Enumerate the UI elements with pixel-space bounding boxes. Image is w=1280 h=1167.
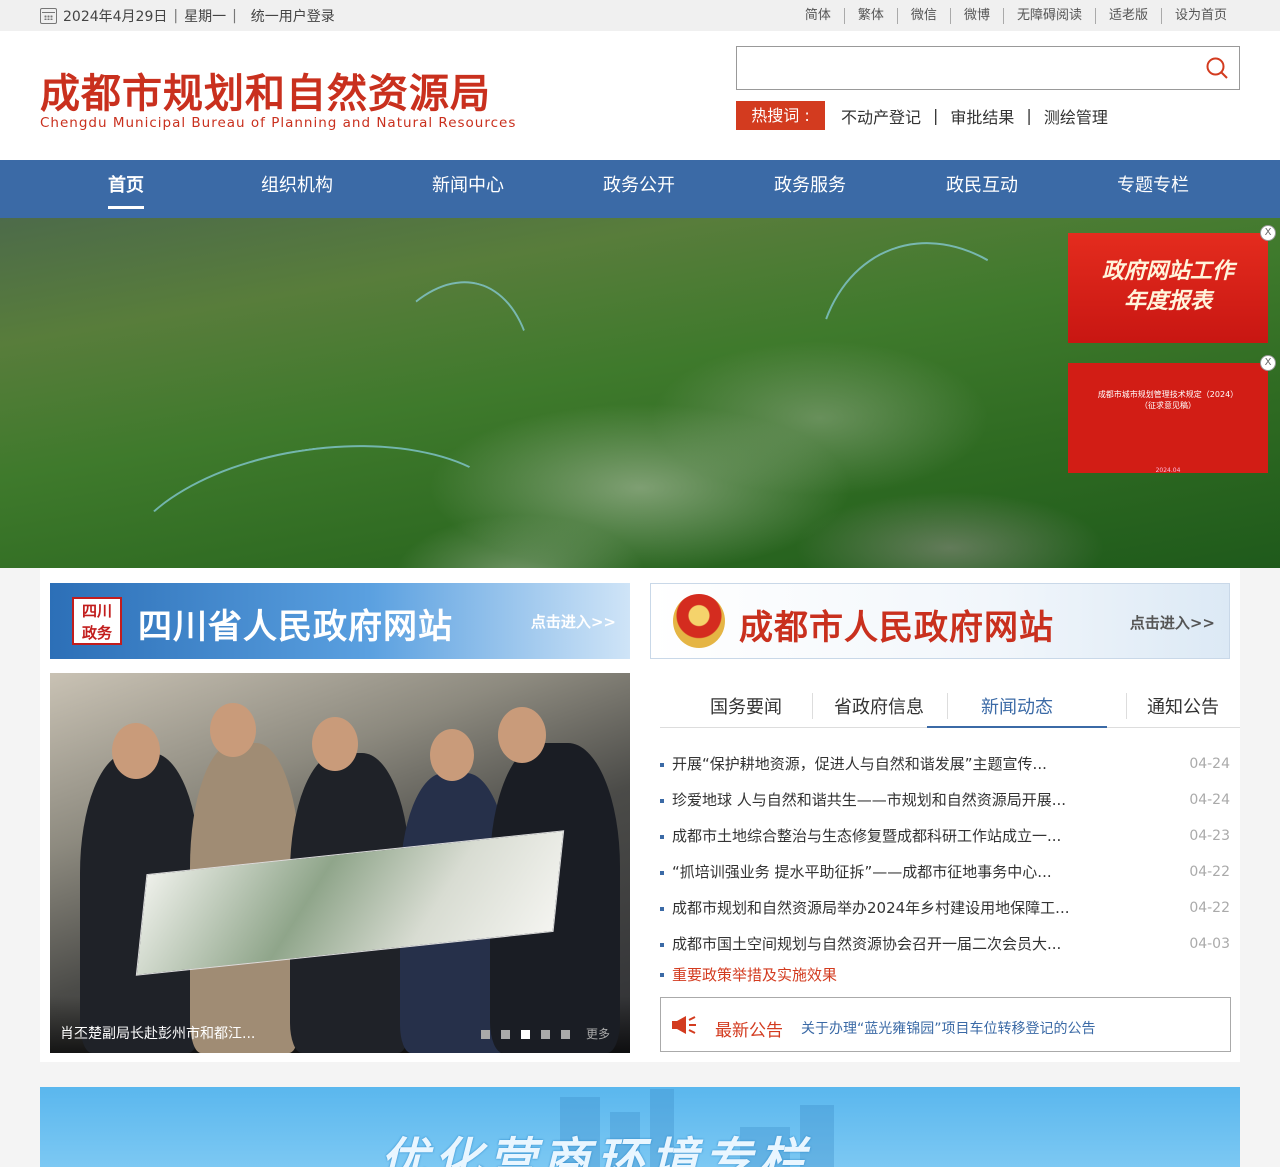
search-input[interactable] — [745, 47, 1185, 87]
main-content: 四川政务 四川省人民政府网站 点击进入>> 成都市人民政府网站 点击进入>> 肖… — [40, 568, 1240, 1062]
set-homepage-link[interactable]: 设为首页 — [1160, 8, 1240, 24]
latest-notice-link[interactable]: 关于办理“蓝光雍锦园”项目车位转移登记的公告 — [801, 1018, 1096, 1038]
national-emblem-icon — [673, 594, 725, 648]
hot-search-label: 热搜词 : — [736, 101, 825, 130]
list-item[interactable]: 成都市规划和自然资源局举办2024年乡村建设用地保障工... 04-22 — [658, 890, 1230, 926]
nav-public-interaction[interactable]: 政民互动 — [932, 160, 1032, 212]
slide-dot-4[interactable] — [541, 1030, 550, 1039]
utility-links: 简体 繁体 微信 微博 无障碍阅读 适老版 设为首页 — [792, 8, 1240, 24]
search-box[interactable] — [736, 46, 1240, 90]
slide-dot-5[interactable] — [561, 1030, 570, 1039]
traditional-link[interactable]: 繁体 — [843, 8, 897, 24]
promo-title: 优化营商环境专栏 — [380, 1133, 813, 1167]
top-utility-bar: 2024年4月29日 | 星期一 | 统一用户登录 简体 繁体 微信 微博 无障… — [0, 0, 1280, 31]
wechat-link[interactable]: 微信 — [896, 8, 950, 24]
sichuan-portal-title: 四川省人民政府网站 — [138, 607, 453, 647]
planning-regulation-ad-line2: （征求意见稿） — [1140, 401, 1196, 410]
hot-word-real-estate[interactable]: 不动产登记 — [841, 104, 921, 128]
chengdu-portal-enter: 点击进入>> — [1129, 614, 1215, 632]
elderly-version-link[interactable]: 适老版 — [1094, 8, 1161, 24]
accessibility-link[interactable]: 无障碍阅读 — [1002, 8, 1095, 24]
tab-news-updates[interactable]: 新闻动态 — [960, 693, 1074, 719]
list-item[interactable]: 珍爱地球 人与自然和谐共生——市规划和自然资源局开展... 04-24 — [658, 782, 1230, 818]
hot-word-surveying[interactable]: 测绘管理 — [1044, 104, 1108, 128]
chengdu-portal-title: 成都市人民政府网站 — [739, 608, 1054, 648]
slideshow-pager — [470, 1030, 570, 1039]
nav-government-affairs[interactable]: 政务公开 — [589, 160, 689, 212]
news-tabs: 国务要闻 省政府信息 新闻动态 通知公告 — [660, 683, 1240, 728]
current-weekday: 星期一 — [184, 9, 227, 25]
tab-state-council-news[interactable]: 国务要闻 — [690, 693, 802, 719]
list-item[interactable]: 成都市土地综合整治与生态修复暨成都科研工作站成立一... 04-23 — [658, 818, 1230, 854]
simplified-link[interactable]: 简体 — [792, 8, 844, 24]
active-tab-indicator — [927, 726, 1107, 728]
news-list: 开展“保护耕地资源，促进人与自然和谐发展”主题宣传... 04-24 珍爱地球 人… — [658, 746, 1230, 962]
list-item[interactable]: 开展“保护耕地资源，促进人与自然和谐发展”主题宣传... 04-24 — [658, 746, 1230, 782]
chengdu-gov-portal-link[interactable]: 成都市人民政府网站 点击进入>> — [650, 583, 1230, 659]
close-icon[interactable]: X — [1260, 225, 1276, 241]
hero-banner[interactable]: 政府网站工作 年度报表 X 成都市城市规划管理技术规定（2024） （征求意见稿… — [0, 218, 1280, 568]
planning-regulation-ad-line1: 成都市城市规划管理技术规定（2024） — [1097, 390, 1239, 399]
slideshow-caption[interactable]: 肖丕楚副局长赴彭州市和都江... — [60, 1023, 255, 1043]
sichuan-seal-icon: 四川政务 — [72, 597, 122, 645]
sichuan-gov-portal-link[interactable]: 四川政务 四川省人民政府网站 点击进入>> — [50, 583, 630, 659]
close-icon[interactable]: X — [1260, 355, 1276, 371]
latest-notice: 最新公告 关于办理“蓝光雍锦园”项目车位转移登记的公告 — [660, 997, 1231, 1052]
nav-government-services[interactable]: 政务服务 — [760, 160, 860, 212]
business-environment-banner[interactable]: 优化营商环境专栏 — [40, 1087, 1240, 1167]
main-nav: 首页 组织机构 新闻中心 政务公开 政务服务 政民互动 专题专栏 — [0, 160, 1280, 218]
slide-dot-1[interactable] — [481, 1030, 490, 1039]
nav-organization[interactable]: 组织机构 — [247, 160, 347, 212]
planning-regulation-ad-date: 2024.04 — [1155, 467, 1181, 474]
tab-notices[interactable]: 通知公告 — [1126, 693, 1240, 719]
slide-dot-2[interactable] — [501, 1030, 510, 1039]
slide-dot-3[interactable] — [521, 1030, 530, 1039]
news-slideshow[interactable]: 肖丕楚副局长赴彭州市和都江... 更多 — [50, 673, 630, 1053]
sichuan-portal-enter: 点击进入>> — [530, 613, 616, 631]
slideshow-more-link[interactable]: 更多 — [586, 1025, 610, 1042]
calendar-icon — [40, 8, 57, 24]
search-icon[interactable] — [1205, 56, 1229, 80]
annual-report-ad[interactable]: 政府网站工作 年度报表 X — [1068, 225, 1276, 343]
tab-provincial-info[interactable]: 省政府信息 — [812, 693, 946, 719]
current-date: 2024年4月29日 — [63, 9, 168, 25]
nav-special-columns[interactable]: 专题专栏 — [1103, 160, 1203, 212]
key-policy-link[interactable]: 重要政策举措及实施效果 — [658, 964, 837, 985]
megaphone-icon — [672, 1016, 696, 1034]
annual-report-ad-line2: 年度报表 — [1123, 289, 1212, 314]
unified-login-link[interactable]: 统一用户登录 — [251, 6, 335, 26]
list-item[interactable]: “抓培训强业务 提水平助征拆”——成都市征地事务中心... 04-22 — [658, 854, 1230, 890]
site-header: 成都市规划和自然资源局 Chengdu Municipal Bureau of … — [0, 31, 1280, 160]
annual-report-ad-line1: 政府网站工作 — [1101, 259, 1234, 284]
site-subtitle: Chengdu Municipal Bureau of Planning and… — [40, 115, 517, 131]
planning-regulation-ad[interactable]: 成都市城市规划管理技术规定（2024） （征求意见稿） 2024.04 X — [1068, 355, 1276, 474]
latest-notice-label: 最新公告 — [715, 1021, 783, 1041]
weibo-link[interactable]: 微博 — [949, 8, 1003, 24]
hot-word-approval[interactable]: 审批结果 — [950, 104, 1014, 128]
hot-search: 热搜词 : 不动产登记 | 审批结果 | 测绘管理 — [736, 101, 1108, 130]
list-item[interactable]: 成都市国土空间规划与自然资源协会召开一届二次会员大... 04-03 — [658, 926, 1230, 962]
nav-news-center[interactable]: 新闻中心 — [418, 160, 518, 212]
nav-home[interactable]: 首页 — [76, 160, 176, 212]
site-title[interactable]: 成都市规划和自然资源局 — [40, 61, 491, 119]
